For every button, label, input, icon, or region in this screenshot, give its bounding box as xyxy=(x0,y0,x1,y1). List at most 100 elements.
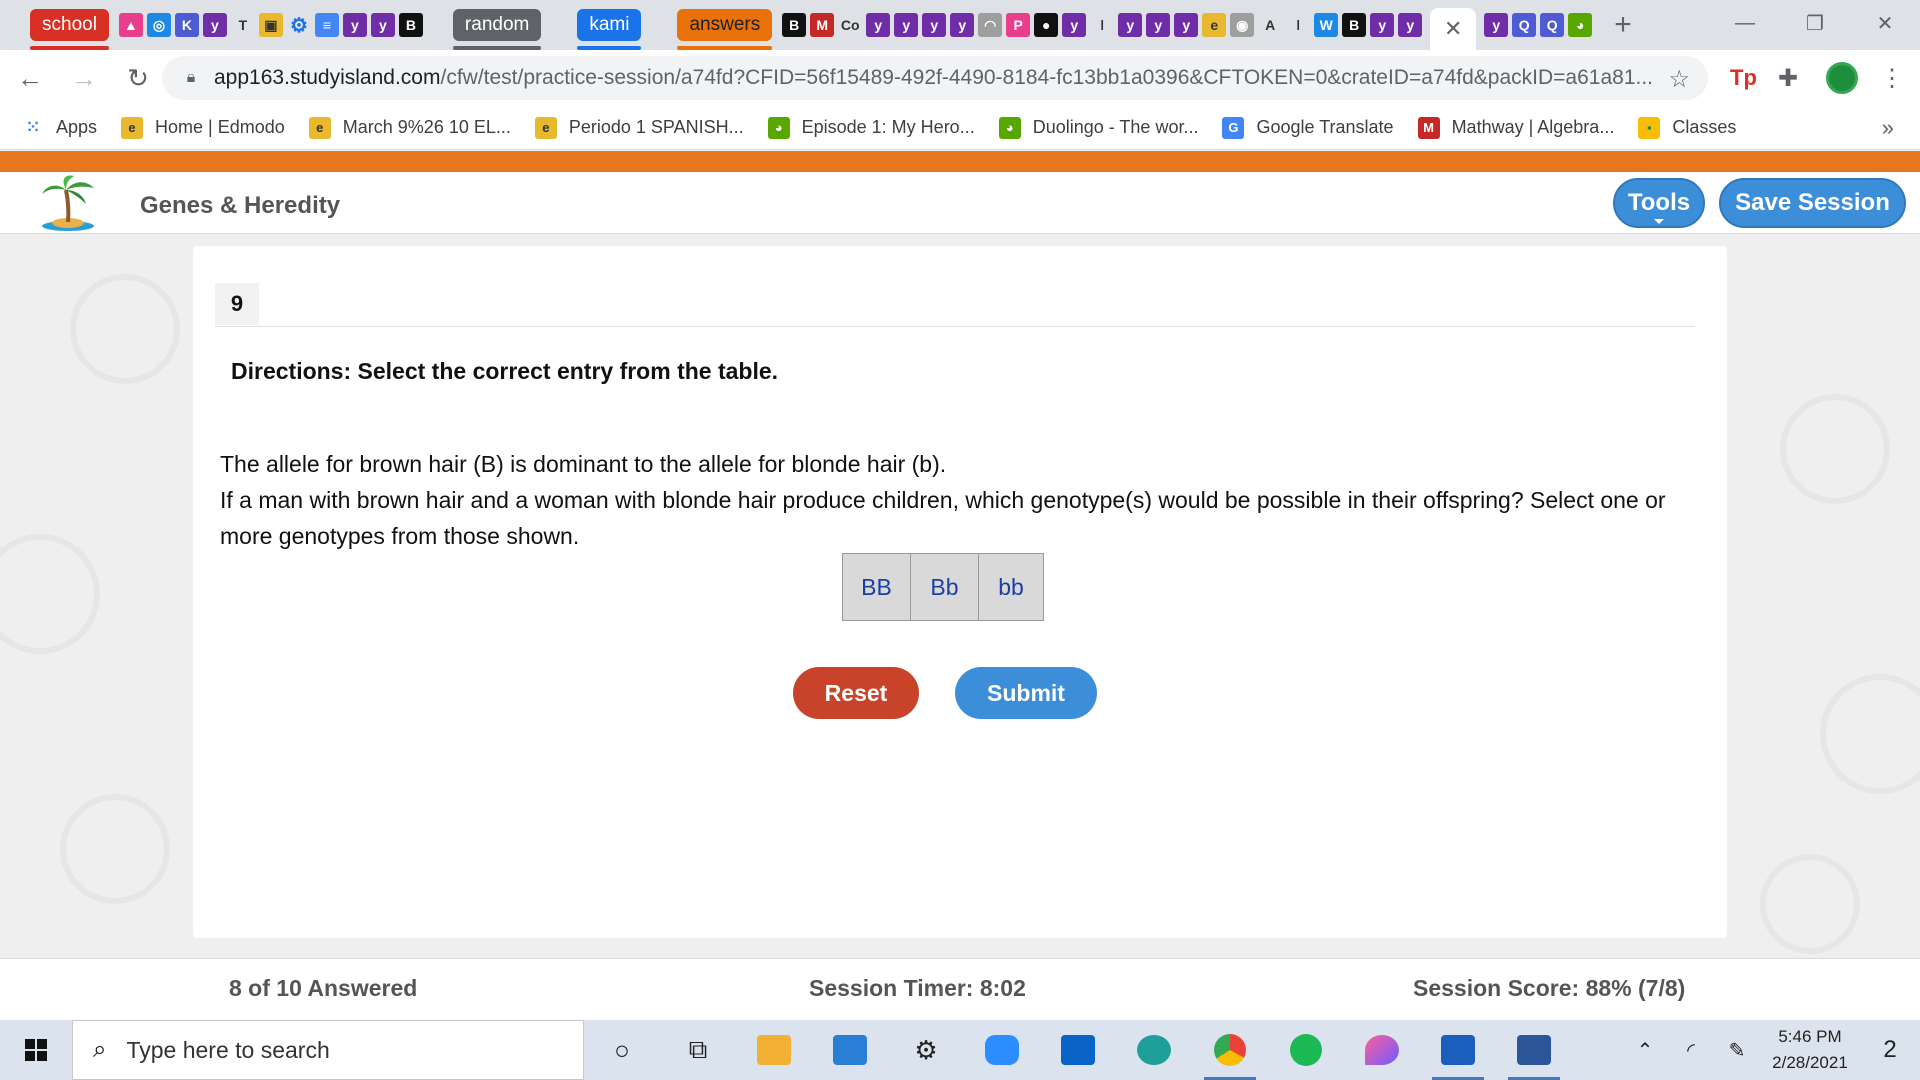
chrome-icon[interactable] xyxy=(1192,1020,1268,1080)
minimize-icon[interactable]: — xyxy=(1710,0,1780,46)
tab-favicon-duolingo[interactable]: ◕ xyxy=(1568,13,1593,37)
tab-favicon-gear[interactable]: ⚙ xyxy=(287,13,311,37)
session-footer: 8 of 10 Answered Session Timer: 8:02 Ses… xyxy=(0,958,1920,1020)
tab-group-kami[interactable]: kami xyxy=(577,9,642,50)
file-explorer-icon[interactable] xyxy=(736,1020,812,1080)
tab-favicon-p[interactable]: P xyxy=(1006,13,1031,37)
tab-favicon-dark[interactable]: ● xyxy=(1034,13,1059,37)
window-controls: — ❐ ✕ xyxy=(1710,0,1920,46)
google-translate-icon: G xyxy=(1222,116,1245,139)
start-button[interactable] xyxy=(0,1020,72,1080)
new-tab-button[interactable]: + xyxy=(1614,8,1632,42)
tab-favicon-quizlet[interactable]: Q xyxy=(1540,13,1565,37)
tab-favicon-co[interactable]: Co xyxy=(838,13,862,37)
choice-bb[interactable]: bb xyxy=(979,554,1043,620)
back-arrow-icon[interactable]: ← xyxy=(6,54,54,102)
tab-favicon-yahoo[interactable]: y xyxy=(922,13,947,37)
tab-favicon-w[interactable]: W xyxy=(1314,13,1339,37)
bookmark-google-translate[interactable]: G Google Translate xyxy=(1222,116,1394,139)
active-tab[interactable]: ✕ xyxy=(1430,8,1477,50)
settings-gear-icon[interactable]: ⚙ xyxy=(888,1020,964,1080)
notification-center-icon[interactable]: 2 xyxy=(1860,1036,1920,1064)
whiteboard-icon[interactable] xyxy=(1420,1020,1496,1080)
tab-favicon-blue[interactable]: ◎ xyxy=(146,13,171,37)
address-bar[interactable]: 🔒︎ app163.studyisland.com/cfw/test/pract… xyxy=(162,56,1708,100)
mail-icon[interactable] xyxy=(812,1020,888,1080)
tab-favicon-b[interactable]: B xyxy=(1342,13,1367,37)
tab-favicon-a[interactable]: A xyxy=(1258,13,1282,37)
tab-favicon-mark[interactable]: ǀ xyxy=(1286,13,1310,37)
taskbar-clock[interactable]: 5:46 PM 2/28/2021 xyxy=(1760,1024,1860,1076)
reset-button[interactable]: Reset xyxy=(793,667,919,719)
close-window-icon[interactable]: ✕ xyxy=(1850,0,1920,46)
bookmark-edmodo-home[interactable]: e Home | Edmodo xyxy=(121,116,285,139)
tab-group-answers[interactable]: answers xyxy=(677,9,773,50)
bookmark-march[interactable]: e March 9%26 10 EL... xyxy=(308,116,511,139)
tab-favicon-box[interactable]: ▣ xyxy=(258,13,283,37)
tab-favicon-yahoo[interactable]: y xyxy=(342,13,367,37)
close-tab-icon[interactable]: ✕ xyxy=(1444,16,1462,42)
tab-favicon-b[interactable]: B xyxy=(398,13,423,37)
wifi-icon[interactable]: ◜ xyxy=(1668,1038,1714,1063)
tab-favicon-yahoo[interactable]: y xyxy=(1370,13,1395,37)
chevron-up-icon[interactable]: ⌃ xyxy=(1622,1038,1668,1063)
reload-icon[interactable]: ↻ xyxy=(114,54,162,102)
tab-favicon-yahoo[interactable]: y xyxy=(1398,13,1423,37)
pen-icon[interactable]: ✎ xyxy=(1714,1038,1760,1063)
profile-avatar[interactable] xyxy=(1826,50,1858,106)
tab-group-school[interactable]: school xyxy=(30,9,109,50)
tools-button[interactable]: Tools xyxy=(1613,178,1705,228)
word-icon[interactable] xyxy=(1496,1020,1572,1080)
tab-favicon-docs[interactable]: ≡ xyxy=(314,13,339,37)
paint-drop-icon[interactable] xyxy=(1344,1020,1420,1080)
tab-favicon-yahoo[interactable]: y xyxy=(1484,13,1509,37)
tab-favicon-t[interactable]: T xyxy=(231,13,255,37)
tab-favicon-yahoo[interactable]: y xyxy=(370,13,395,37)
tab-favicon-edmodo[interactable]: e xyxy=(1202,13,1227,37)
submit-button[interactable]: Submit xyxy=(955,667,1097,719)
choice-Bb[interactable]: Bb xyxy=(911,554,979,620)
tab-favicon-yahoo[interactable]: y xyxy=(1062,13,1087,37)
tab-favicon-b[interactable]: B xyxy=(782,13,807,37)
tab-favicon-yahoo[interactable]: y xyxy=(894,13,919,37)
tab-favicon-yahoo[interactable]: y xyxy=(866,13,891,37)
tab-favicon-globe[interactable]: ◉ xyxy=(1230,13,1255,37)
edge-icon[interactable] xyxy=(1116,1020,1192,1080)
tab-favicon-yahoo[interactable]: y xyxy=(202,13,227,37)
tab-favicon-yahoo[interactable]: y xyxy=(1174,13,1199,37)
palm-island-logo-icon[interactable] xyxy=(38,174,100,232)
save-session-button[interactable]: Save Session xyxy=(1719,178,1906,228)
cortana-icon[interactable]: ○ xyxy=(584,1020,660,1080)
forward-arrow-icon[interactable]: → xyxy=(60,54,108,102)
zoom-icon[interactable] xyxy=(964,1020,1040,1080)
extensions-puzzle-icon[interactable]: ✚ xyxy=(1778,50,1798,106)
lock-icon[interactable]: 🔒︎ xyxy=(180,67,202,89)
bookmark-apps[interactable]: ⁙ Apps xyxy=(22,117,97,139)
bookmark-star-icon[interactable]: ☆ xyxy=(1668,65,1690,94)
tab-group-random[interactable]: random xyxy=(452,9,542,50)
outlook-icon[interactable] xyxy=(1040,1020,1116,1080)
tab-favicon-profile[interactable]: ▲ xyxy=(118,13,143,37)
bookmark-episode[interactable]: ◕ Episode 1: My Hero... xyxy=(767,116,975,139)
tab-favicon-yahoo[interactable]: y xyxy=(1146,13,1171,37)
choice-BB[interactable]: BB xyxy=(843,554,911,620)
task-view-icon[interactable]: ⧉ xyxy=(660,1020,736,1080)
tab-favicon-quizlet[interactable]: Q xyxy=(1512,13,1537,37)
bookmark-classes[interactable]: ▪ Classes xyxy=(1638,116,1736,139)
tab-favicon-mathway[interactable]: M xyxy=(810,13,835,37)
tab-favicon-k[interactable]: K xyxy=(174,13,199,37)
taskbar-search[interactable]: ⌕ Type here to search xyxy=(72,1020,584,1080)
bookmark-mathway[interactable]: M Mathway | Algebra... xyxy=(1417,116,1614,139)
bookmark-periodo[interactable]: e Periodo 1 SPANISH... xyxy=(534,116,744,139)
tab-favicon-yahoo[interactable]: y xyxy=(1118,13,1143,37)
bookmark-duolingo[interactable]: ◕ Duolingo - The wor... xyxy=(998,116,1198,139)
browser-menu-icon[interactable]: ⋮ xyxy=(1880,50,1904,106)
extension-tp-icon[interactable]: Tp xyxy=(1730,50,1757,106)
tab-favicon-yahoo[interactable]: y xyxy=(950,13,975,37)
tab-favicon-rainbow[interactable]: ◠ xyxy=(978,13,1003,37)
bookmarks-overflow-icon[interactable]: » xyxy=(1882,115,1894,141)
tab-favicon-mark[interactable]: ǀ xyxy=(1090,13,1114,37)
spotify-icon[interactable] xyxy=(1268,1020,1344,1080)
url-text[interactable]: app163.studyisland.com/cfw/test/practice… xyxy=(214,66,1654,90)
restore-icon[interactable]: ❐ xyxy=(1780,0,1850,46)
